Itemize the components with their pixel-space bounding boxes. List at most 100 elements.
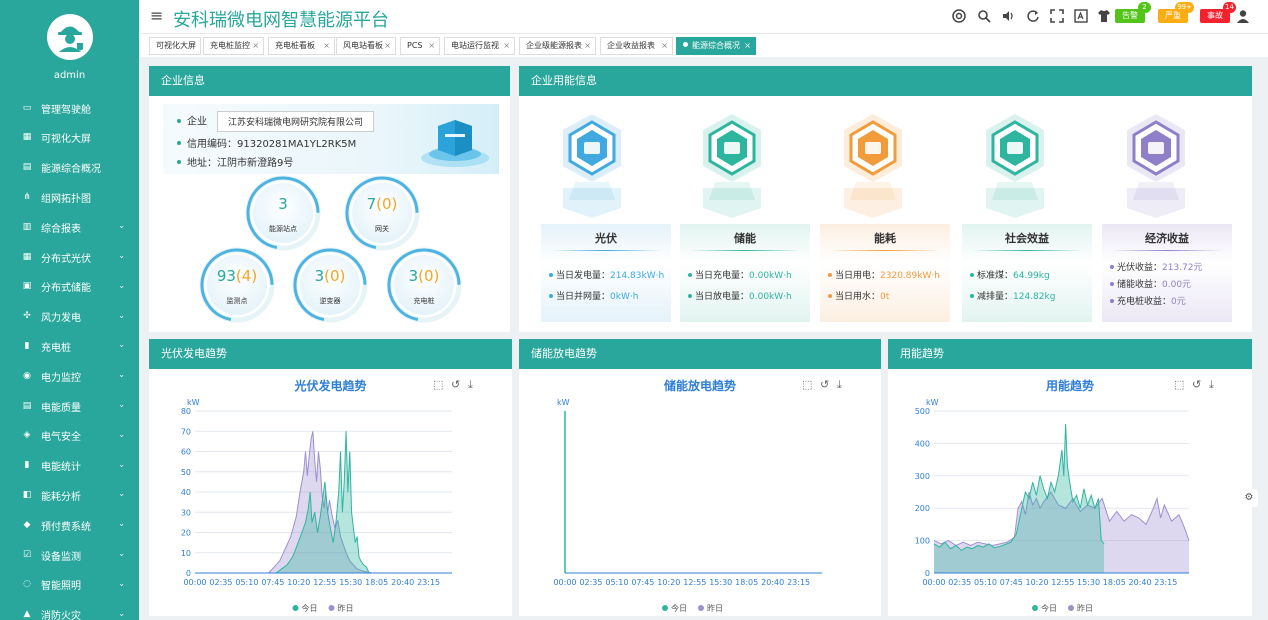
- close-icon[interactable]: ×: [503, 38, 510, 54]
- translate-icon[interactable]: [1074, 9, 1088, 23]
- sidebar-item-label: 充电桩: [41, 342, 71, 354]
- x-tick-label: 07:45: [261, 578, 284, 587]
- pv-trend-card: 光伏发电趋势 光伏发电趋势 ⬚ ↺ ⤓ kW 0 10 20 30 40 50 60 70 80 0…: [149, 339, 512, 616]
- tab[interactable]: 电站运行监视 ×: [444, 37, 515, 55]
- sidebar-item[interactable]: ▣ 分布式储能 ⌄: [0, 272, 139, 302]
- legend-label[interactable]: 今日: [302, 603, 318, 613]
- top-bar: ≡ 安科瑞微电网智慧能源平台 告警 2 严重 99+ 事故 14: [139, 0, 1268, 33]
- stat-bubble[interactable]: 7(0) 网关: [343, 174, 421, 252]
- settings-slider-icon[interactable]: ⚙: [1240, 489, 1258, 507]
- x-tick-label: 23:15: [417, 578, 440, 587]
- y-axis-unit: kW: [187, 398, 200, 407]
- sidebar-item[interactable]: ⋔ 组网拓扑图: [0, 182, 139, 212]
- metric-label: 当日放电量：: [695, 292, 750, 302]
- trend-chart: kW0102030405060708000:00 02:35 05:10 07:45 1…: [181, 398, 452, 613]
- sidebar-item[interactable]: ▦ 分布式光伏 ⌄: [0, 242, 139, 272]
- alarm-badge-button[interactable]: 严重 99+: [1158, 2, 1194, 23]
- stat-label: 监测点: [226, 297, 248, 305]
- sidebar-item[interactable]: ▥ 综合报表 ⌄: [0, 212, 139, 242]
- tab-label: 电站运行监视: [451, 41, 499, 50]
- metric-label: 当日充电量：: [695, 271, 750, 281]
- x-tick-label: 20:40: [391, 578, 414, 587]
- sidebar-item[interactable]: ☑ 设备监测 ⌄: [0, 540, 139, 570]
- close-icon[interactable]: ×: [323, 38, 330, 54]
- sidebar-item[interactable]: ▤ 电能质量 ⌄: [0, 391, 139, 421]
- active-dot-icon: [683, 42, 688, 47]
- address: 地址：江阴市新澄路9号: [187, 158, 294, 169]
- sidebar-item[interactable]: ▭ 管理驾驶舱: [0, 93, 139, 123]
- menu-toggle-icon[interactable]: ≡: [150, 6, 163, 25]
- x-tick-label: 02:35: [579, 578, 602, 587]
- legend-label[interactable]: 昨日: [338, 603, 354, 613]
- tab[interactable]: 能源综合概况 ×: [676, 37, 756, 55]
- close-icon[interactable]: ×: [661, 38, 668, 54]
- close-icon[interactable]: ×: [584, 38, 591, 54]
- sidebar-item-label: 消防火灾: [41, 611, 81, 620]
- sidebar-item[interactable]: ◆ 预付费系统 ⌄: [0, 510, 139, 540]
- sidebar-item-label: 设备监测: [41, 551, 81, 563]
- close-icon[interactable]: ×: [252, 38, 259, 54]
- panel-title: 储能: [734, 232, 756, 245]
- fullscreen-icon[interactable]: [1050, 9, 1064, 23]
- y-tick-label: 20: [181, 529, 191, 538]
- refresh-icon[interactable]: [1026, 9, 1040, 23]
- monitor-icon: ▭: [22, 102, 32, 113]
- prepay-icon: ◆: [23, 519, 31, 530]
- alarm-badge-button[interactable]: 告警 2: [1115, 2, 1151, 23]
- card-header: 企业用能信息: [519, 66, 1252, 96]
- tab[interactable]: 充电桩监控 ×: [203, 37, 264, 55]
- trend-chart: kW 0 100 200 300 400 500 00:00 02:35 05:10 07:45 10…: [915, 398, 1190, 613]
- legend-label[interactable]: 今日: [1041, 603, 1057, 613]
- stat-extra-value: 4: [241, 267, 252, 285]
- tab[interactable]: 企业收益报表 ×: [600, 37, 673, 55]
- help-ring-icon[interactable]: [952, 9, 966, 23]
- quality-icon: ▤: [22, 400, 32, 411]
- stat-bubble[interactable]: 93(4) 监测点: [198, 246, 276, 324]
- device-check-icon: ☑: [22, 549, 32, 560]
- panel-title: 经济收益: [1145, 232, 1189, 245]
- tab[interactable]: 可视化大屏: [149, 37, 201, 55]
- sidebar-item[interactable]: ▮ 电能统计 ⌄: [0, 451, 139, 481]
- stat-value: 93: [216, 267, 236, 285]
- theme-shirt-icon[interactable]: [1097, 9, 1111, 23]
- metric-value: 0.00元: [1162, 280, 1192, 290]
- avatar[interactable]: [47, 14, 93, 60]
- stat-bubble[interactable]: 3 能源站点: [244, 174, 322, 252]
- enterprise-name-field[interactable]: 江苏安科瑞微电网研究院有限公司: [217, 111, 375, 132]
- sidebar-item[interactable]: ▲ 消防火灾 ⌄: [0, 600, 139, 620]
- x-tick-label: 10:20: [1025, 578, 1048, 587]
- close-icon[interactable]: ×: [428, 38, 435, 54]
- sidebar-item[interactable]: ▤ 能源综合概况: [0, 153, 139, 183]
- stat-label: 能源站点: [269, 225, 297, 233]
- alarm-badge-button[interactable]: 事故 14: [1200, 2, 1236, 23]
- sidebar-item[interactable]: ◉ 电力监控 ⌄: [0, 361, 139, 391]
- sidebar-item[interactable]: ✣ 风力发电 ⌄: [0, 302, 139, 332]
- tab[interactable]: 风电站看板 ×: [336, 37, 396, 55]
- sidebar-item[interactable]: ▮ 充电桩 ⌄: [0, 331, 139, 361]
- sidebar-item[interactable]: ◧ 能耗分析 ⌄: [0, 480, 139, 510]
- report-icon: ▥: [22, 221, 32, 232]
- close-icon[interactable]: ×: [384, 38, 391, 54]
- tab[interactable]: PCS ×: [400, 37, 440, 55]
- sidebar-item[interactable]: ◈ 电气安全 ⌄: [0, 421, 139, 451]
- tab[interactable]: 充电桩看板 ×: [268, 37, 335, 55]
- volume-icon[interactable]: [1001, 9, 1015, 23]
- legend-label[interactable]: 今日: [671, 603, 687, 613]
- stat-label: 逆变器: [319, 297, 341, 305]
- stat-bubble[interactable]: 3(0) 逆变器: [291, 246, 369, 324]
- stat-bubble[interactable]: 3(0) 充电桩: [385, 246, 463, 324]
- sidebar-item[interactable]: ◌ 智能照明 ⌄: [0, 570, 139, 600]
- sidebar-item-label: 预付费系统: [41, 521, 91, 533]
- tab[interactable]: 企业级能源报表 ×: [519, 37, 596, 55]
- legend-label[interactable]: 昨日: [707, 603, 723, 613]
- close-icon[interactable]: ×: [744, 38, 751, 54]
- sidebar-item[interactable]: ▦ 可视化大屏: [0, 123, 139, 153]
- enterprise-name-label: 企业: [187, 116, 207, 128]
- search-icon[interactable]: [977, 9, 991, 23]
- stat-label: 充电桩: [413, 297, 435, 305]
- chevron-down-icon: ⌄: [118, 549, 125, 558]
- legend-label[interactable]: 昨日: [1077, 603, 1093, 613]
- user-icon[interactable]: [1236, 9, 1250, 23]
- chevron-down-icon: ⌄: [118, 340, 125, 350]
- legend-marker: [1068, 605, 1074, 611]
